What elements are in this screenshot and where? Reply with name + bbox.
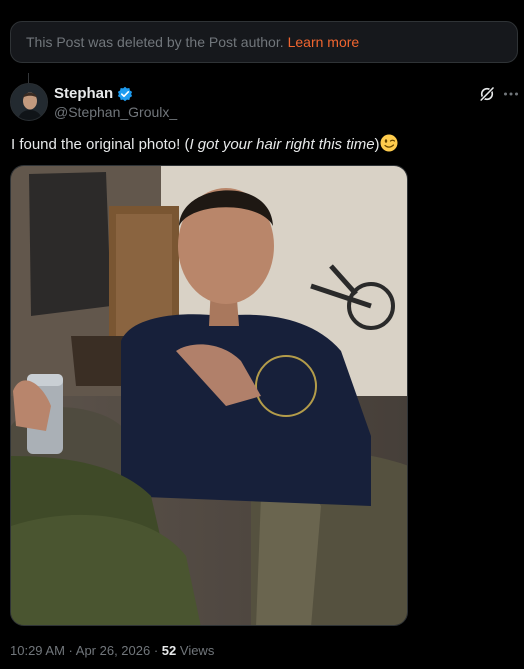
- post-text-italic: I got your hair right this time: [189, 136, 375, 153]
- post-photo[interactable]: [10, 165, 408, 626]
- post-time[interactable]: 10:29 AM: [10, 643, 65, 658]
- verified-badge-icon: [118, 86, 133, 101]
- learn-more-link[interactable]: Learn more: [288, 34, 360, 50]
- post-date[interactable]: Apr 26, 2026: [76, 643, 150, 658]
- meta-separator: ·: [64, 643, 76, 658]
- views-label: Views: [176, 643, 215, 658]
- winking-face-emoji-icon: [380, 134, 398, 152]
- avatar-image: [11, 84, 47, 120]
- author-name[interactable]: Stephan: [54, 85, 133, 102]
- deleted-post-banner: This Post was deleted by the Post author…: [10, 21, 518, 63]
- grok-icon[interactable]: [479, 86, 495, 102]
- photo-image: [11, 166, 407, 625]
- author-display-name[interactable]: Stephan: [54, 85, 113, 102]
- thread-connector-line: [28, 73, 29, 83]
- meta-separator: ·: [150, 643, 162, 658]
- author-handle[interactable]: @Stephan_Groulx_: [54, 104, 177, 120]
- author-avatar[interactable]: [10, 83, 48, 121]
- deleted-post-message: This Post was deleted by the Post author…: [26, 34, 284, 50]
- post-text: I found the original photo! (I got your …: [11, 134, 398, 153]
- post-text-start: I found the original photo! (: [11, 136, 190, 153]
- views-count: 52: [161, 643, 177, 658]
- post-timestamp: 10:29 AM · Apr 26, 2026 · 52 Views: [10, 643, 214, 658]
- more-options-icon[interactable]: [503, 86, 519, 102]
